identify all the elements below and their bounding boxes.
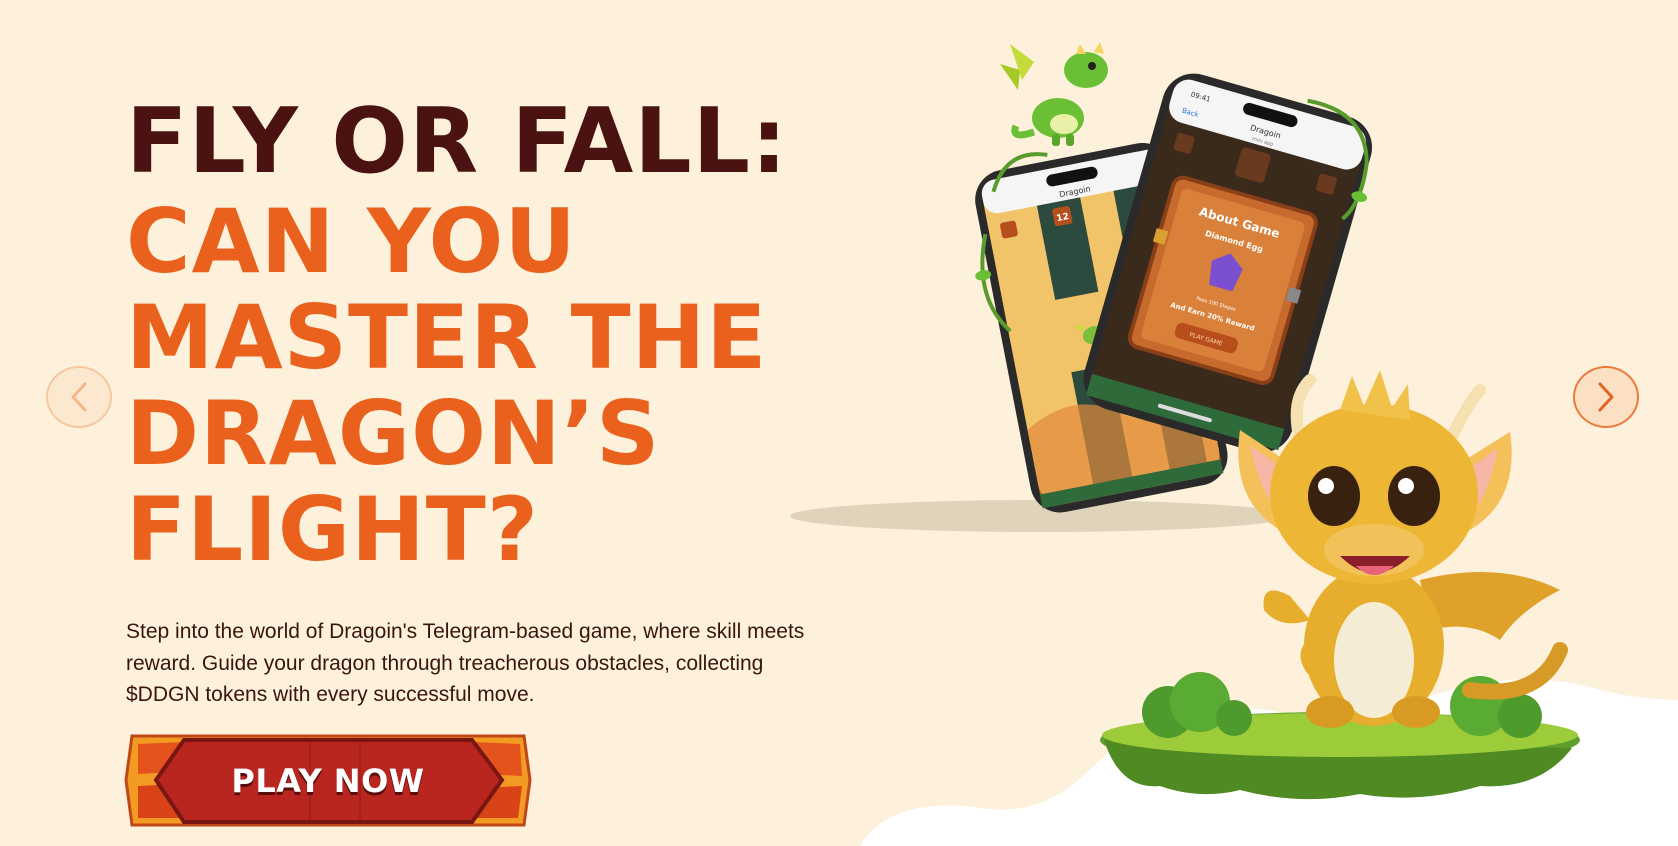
phones-shadow <box>790 500 1290 532</box>
green-dragon-icon <box>1000 42 1108 146</box>
hero-illustration: Dragoin 12 09:41 Back Dragoin mini app A… <box>790 42 1580 800</box>
phone-about-screen: 09:41 Back Dragoin mini app About Game D… <box>1083 73 1373 453</box>
